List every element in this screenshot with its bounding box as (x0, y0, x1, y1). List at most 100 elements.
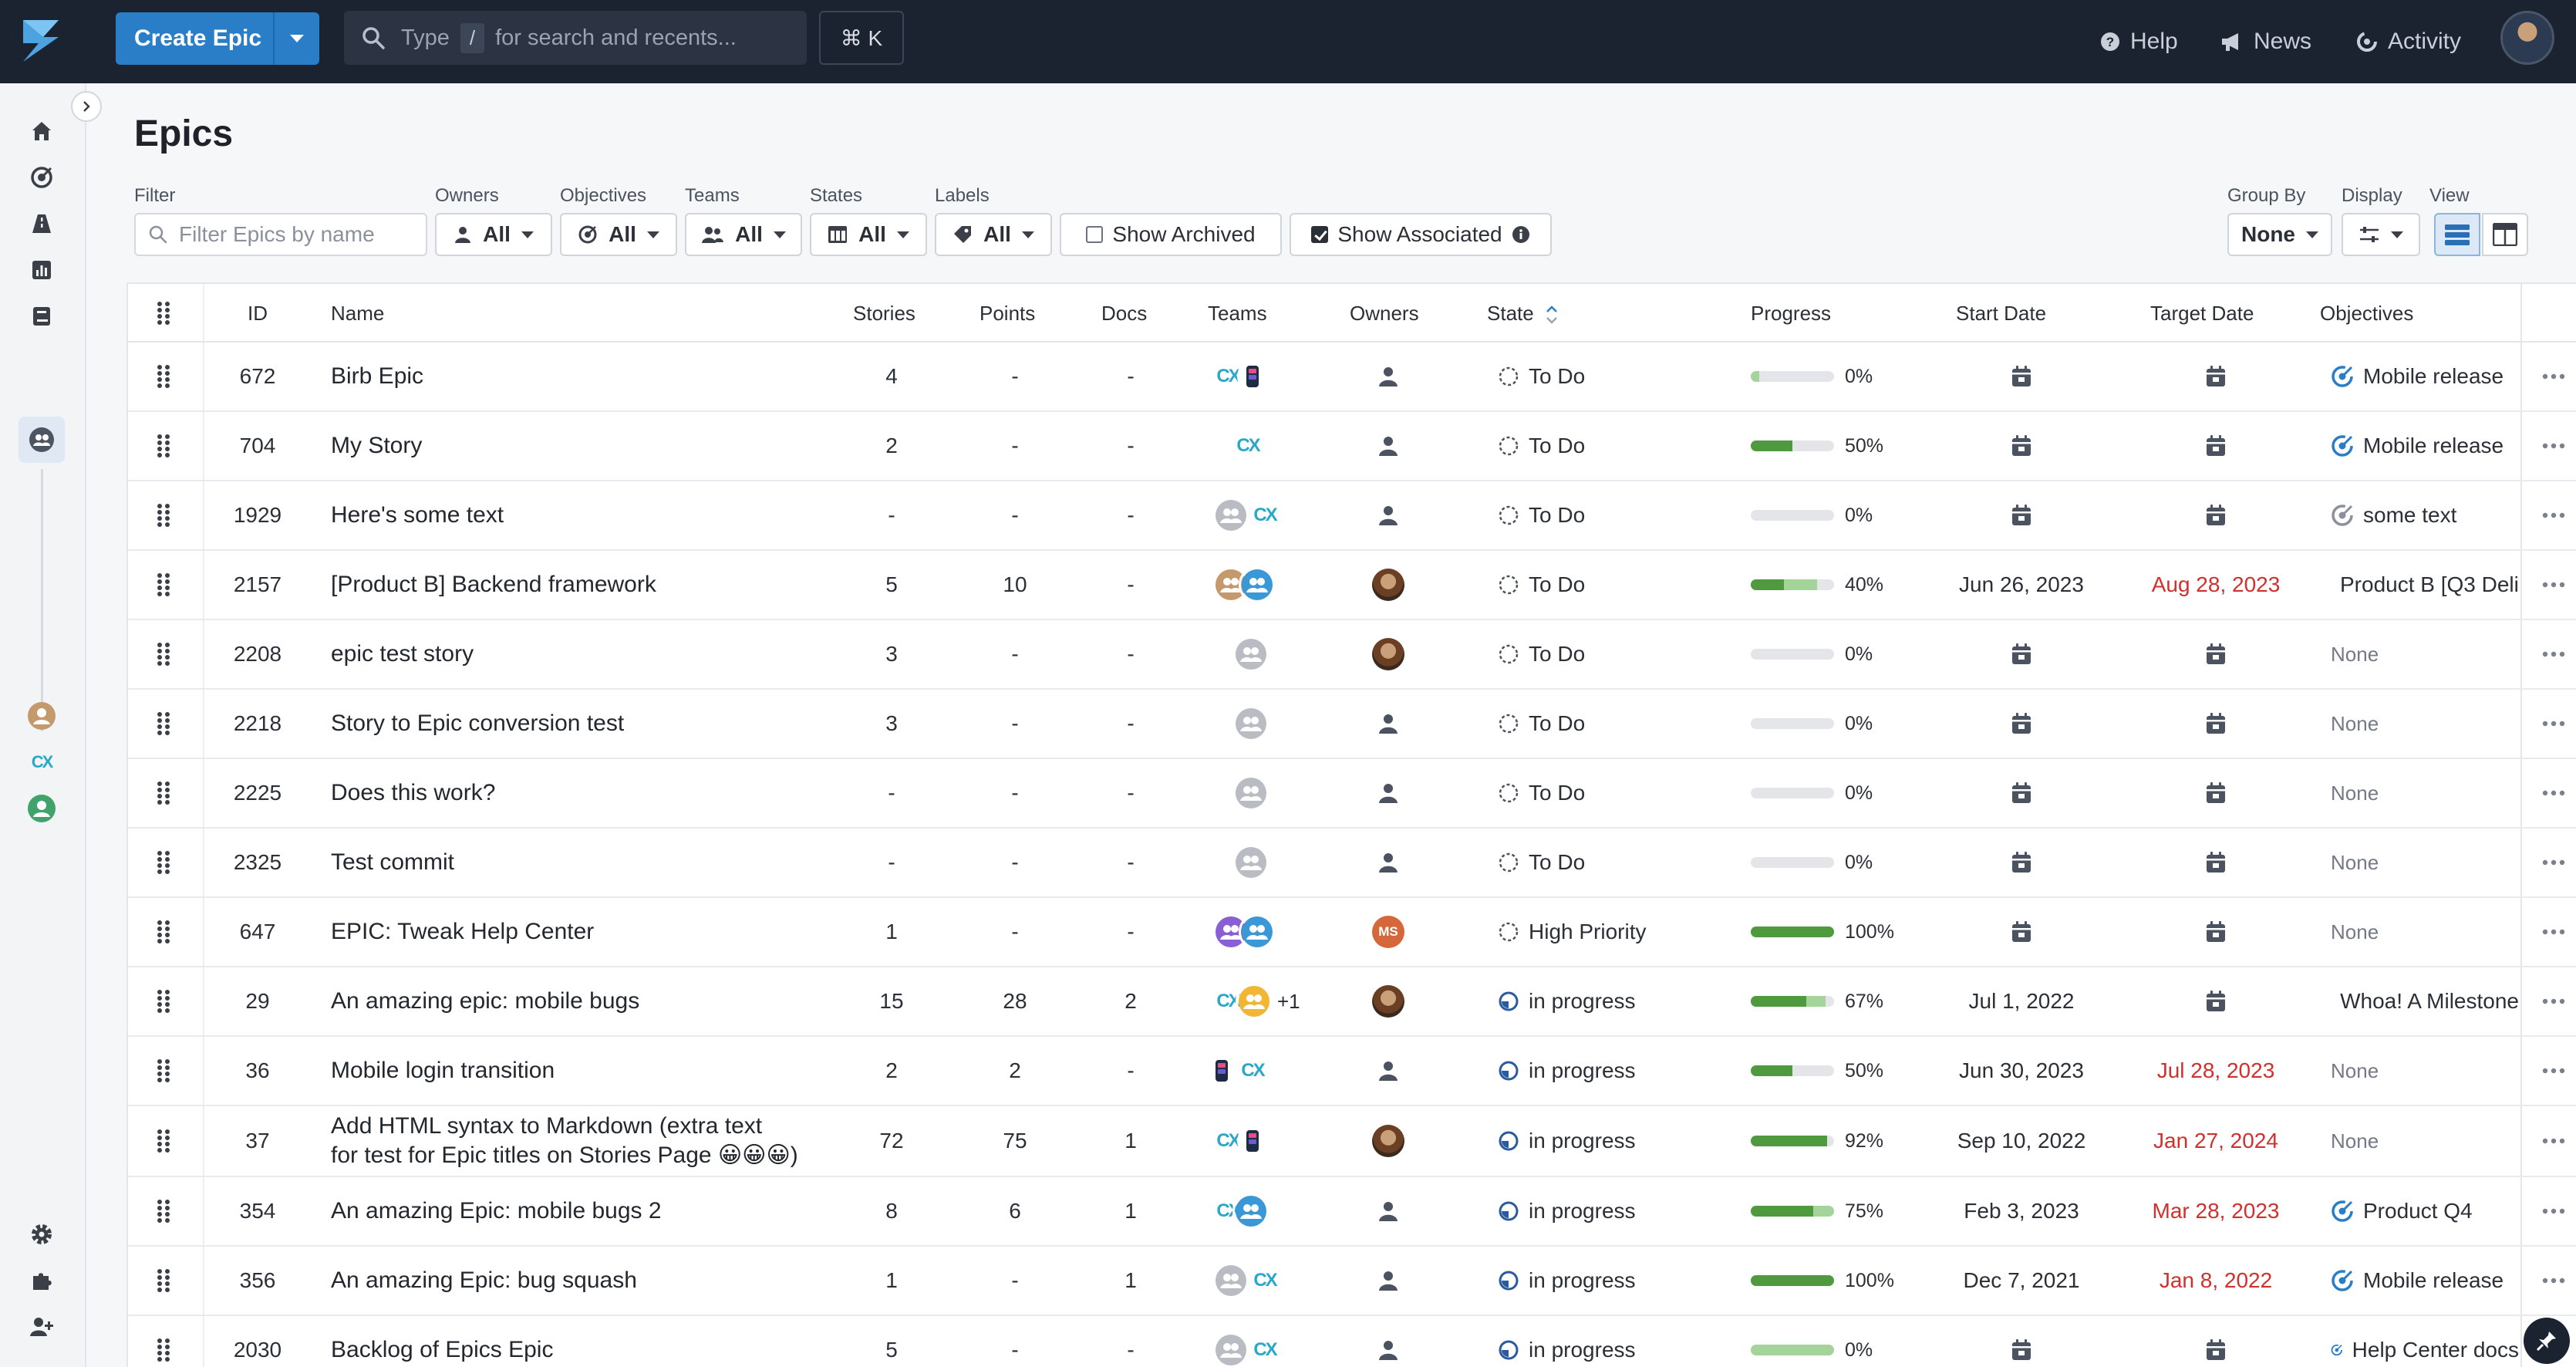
unassigned-owner-icon[interactable] (1377, 366, 1399, 387)
start-date[interactable]: Jun 30, 2023 (1959, 1058, 2084, 1083)
help-link[interactable]: ? Help (2099, 0, 2178, 83)
objective-cell[interactable]: Product B [Q3 Deliverable] (2331, 551, 2519, 619)
start-date-cell[interactable] (1925, 829, 2118, 896)
table-row[interactable]: 36 Mobile login transition 2 2 - CX in progres… (128, 1037, 2576, 1106)
teams-cell[interactable]: CX (1202, 1106, 1340, 1176)
team-group-avatar[interactable] (1232, 705, 1269, 742)
calendar-icon[interactable] (2011, 366, 2031, 387)
owner-cell[interactable] (1342, 481, 1435, 549)
objective-name[interactable]: Help Center docs (2352, 1338, 2519, 1362)
owner-cell[interactable] (1342, 412, 1435, 480)
teams-cell[interactable]: CX (1202, 1316, 1340, 1367)
pin-fab-button[interactable] (2524, 1318, 2570, 1364)
objective-name[interactable]: Product Q4 (2363, 1199, 2473, 1224)
show-associated-toggle[interactable]: Show Associated (1290, 213, 1552, 256)
unassigned-owner-icon[interactable] (1377, 1339, 1399, 1361)
target-date-cell[interactable] (2119, 829, 2312, 896)
objective-name[interactable]: Product B [Q3 Deliverable] (2340, 572, 2519, 597)
target-date[interactable]: Jan 27, 2024 (2153, 1129, 2278, 1153)
show-associated-checkbox[interactable] (1311, 226, 1329, 243)
owner-cell[interactable] (1342, 1037, 1435, 1105)
epic-name[interactable]: Backlog of Epics Epic (331, 1335, 553, 1365)
calendar-icon[interactable] (2011, 782, 2031, 804)
column-header-objectives[interactable]: Objectives (2320, 284, 2413, 343)
state-cell[interactable]: High Priority (1498, 898, 1729, 966)
calendar-icon[interactable] (2206, 435, 2226, 457)
drag-handle-icon[interactable] (156, 572, 171, 597)
row-more-options-icon[interactable] (2542, 998, 2565, 1004)
epic-name[interactable]: EPIC: Tweak Help Center (331, 917, 594, 947)
epic-name[interactable]: An amazing Epic: bug squash (331, 1266, 637, 1295)
owner-cell[interactable] (1342, 829, 1435, 896)
team-cx-avatar[interactable]: CX (1249, 500, 1280, 531)
home-icon[interactable] (28, 117, 56, 145)
start-date-cell[interactable] (1925, 759, 2118, 827)
objective-cell[interactable]: Mobile release (2331, 412, 2519, 480)
teams-cell[interactable]: CX (1202, 1177, 1340, 1245)
create-options-caret[interactable] (273, 12, 319, 65)
calendar-icon[interactable] (2011, 852, 2031, 873)
news-link[interactable]: News (2220, 0, 2311, 83)
owner-cell[interactable] (1342, 1106, 1435, 1176)
state-cell[interactable]: To Do (1498, 759, 1729, 827)
drag-handle-icon[interactable] (156, 850, 171, 875)
teams-cell[interactable]: CX (1202, 1037, 1340, 1105)
drag-handle-icon[interactable] (156, 434, 171, 458)
settings-gear-icon[interactable] (28, 1220, 56, 1248)
start-date-cell[interactable]: Feb 3, 2023 (1925, 1177, 2118, 1245)
sidebar-collapse-button[interactable] (71, 91, 102, 122)
target-date-cell[interactable]: Jan 8, 2022 (2119, 1247, 2312, 1315)
target-date-cell[interactable] (2119, 620, 2312, 688)
start-date-cell[interactable] (1925, 481, 2118, 549)
objective-name[interactable]: Mobile release (2363, 434, 2504, 458)
drag-handle-icon[interactable] (156, 642, 171, 667)
row-more-options-icon[interactable] (2542, 1208, 2565, 1214)
row-more-options-icon[interactable] (2542, 443, 2565, 449)
table-row[interactable]: 2218 Story to Epic conversion test 3 - - To D… (128, 690, 2576, 759)
state-cell[interactable]: To Do (1498, 343, 1729, 410)
team-group-avatar[interactable] (1232, 775, 1269, 812)
state-cell[interactable]: To Do (1498, 481, 1729, 549)
drag-handle-icon[interactable] (156, 503, 171, 528)
team-group-avatar[interactable] (1212, 1262, 1249, 1299)
team-cx-avatar[interactable]: CX (1249, 1335, 1280, 1365)
column-header-stories[interactable]: Stories (853, 284, 915, 343)
teams-cell[interactable] (1202, 690, 1340, 758)
start-date[interactable]: Sep 10, 2022 (1957, 1129, 2086, 1153)
state-cell[interactable]: To Do (1498, 620, 1729, 688)
unassigned-owner-icon[interactable] (1377, 435, 1399, 457)
team-group-avatar[interactable] (1239, 913, 1276, 950)
start-date-cell[interactable]: Dec 7, 2021 (1925, 1247, 2118, 1315)
state-cell[interactable]: in progress (1498, 1037, 1729, 1105)
epic-name[interactable]: Add HTML syntax to Markdown (extra text (331, 1112, 798, 1141)
start-date-cell[interactable] (1925, 412, 2118, 480)
display-options-dropdown[interactable] (2342, 213, 2420, 256)
teams-dropdown[interactable]: All (685, 213, 802, 256)
calendar-icon[interactable] (2011, 713, 2031, 734)
start-date-cell[interactable]: Jun 30, 2023 (1925, 1037, 2118, 1105)
row-more-options-icon[interactable] (2542, 1138, 2565, 1144)
target-date-cell[interactable] (2119, 412, 2312, 480)
target-date-cell[interactable] (2119, 898, 2312, 966)
objective-cell[interactable]: Product Q4 (2331, 1177, 2519, 1245)
teams-cell[interactable]: CX (1202, 343, 1340, 410)
row-more-options-icon[interactable] (2542, 721, 2565, 727)
unassigned-owner-icon[interactable] (1377, 852, 1399, 873)
unassigned-owner-icon[interactable] (1377, 505, 1399, 526)
target-date-cell[interactable] (2119, 690, 2312, 758)
table-row[interactable]: 2225 Does this work? - - - To Do 0% None (128, 759, 2576, 829)
target-date-cell[interactable] (2119, 967, 2312, 1035)
objective-name[interactable]: Whoa! A Milestone (2340, 989, 2519, 1014)
objective-cell[interactable]: Mobile release (2331, 343, 2519, 410)
target-date[interactable]: Jan 8, 2022 (2160, 1268, 2272, 1293)
reports-icon[interactable] (28, 256, 56, 284)
team-group-avatar[interactable] (1212, 1332, 1249, 1367)
teams-cell[interactable] (1202, 829, 1340, 896)
calendar-icon[interactable] (2206, 643, 2226, 665)
show-archived-checkbox[interactable] (1086, 226, 1104, 243)
calendar-icon[interactable] (2206, 991, 2226, 1012)
target-date-cell[interactable] (2119, 481, 2312, 549)
start-date-cell[interactable]: Sep 10, 2022 (1925, 1106, 2118, 1176)
row-more-options-icon[interactable] (2542, 929, 2565, 935)
activity-link[interactable]: Activity (2355, 0, 2461, 83)
